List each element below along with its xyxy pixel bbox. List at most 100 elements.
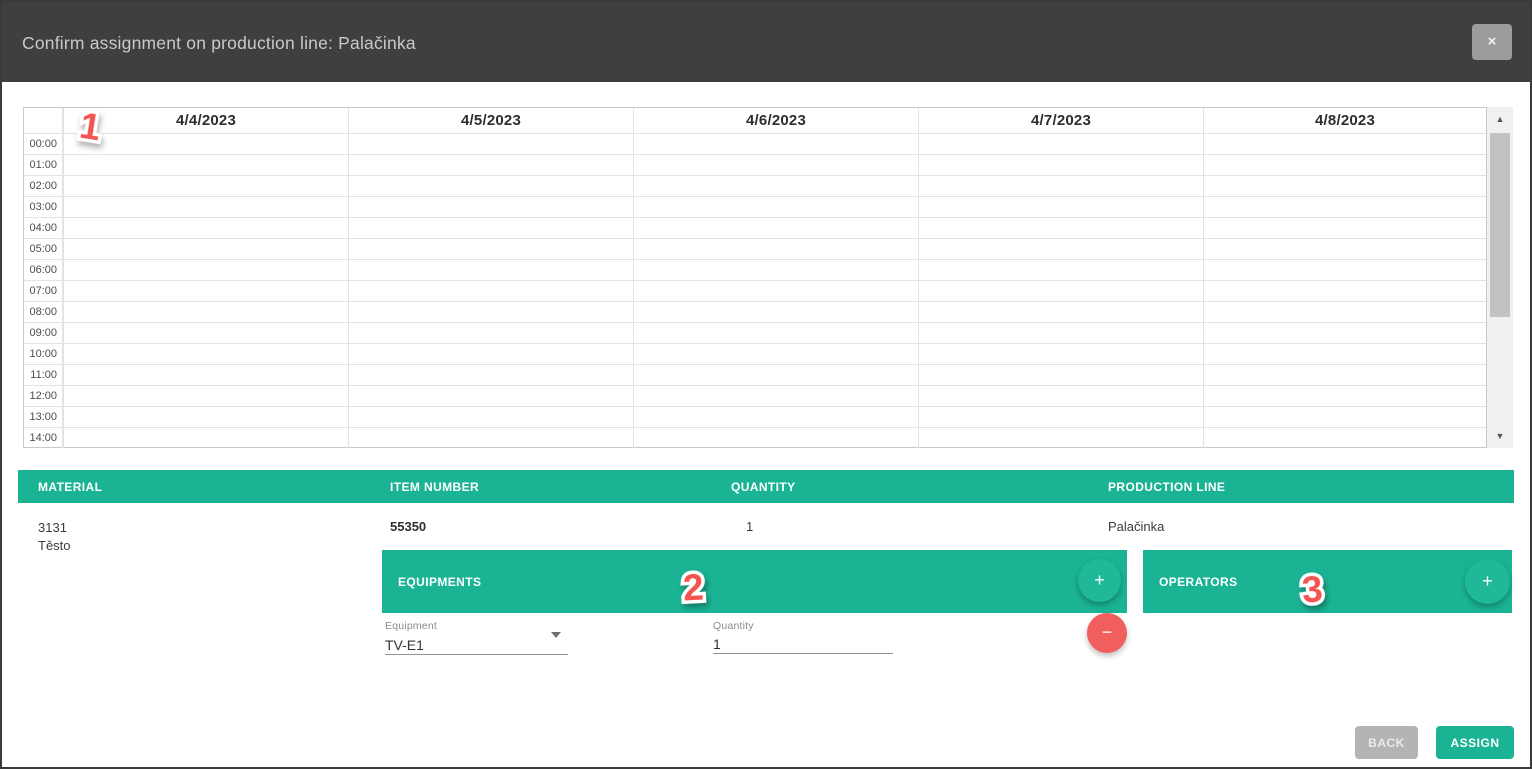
calendar-cell[interactable] [63, 428, 348, 448]
scroll-down-icon[interactable]: ▼ [1487, 426, 1513, 446]
calendar-cell[interactable] [633, 239, 918, 259]
calendar-cell[interactable] [633, 176, 918, 196]
calendar-cell[interactable] [633, 260, 918, 280]
calendar-cell[interactable] [1203, 365, 1486, 385]
calendar-cell[interactable] [63, 239, 348, 259]
calendar-cell[interactable] [348, 218, 633, 238]
calendar-cell[interactable] [918, 260, 1203, 280]
calendar-cell[interactable] [1203, 218, 1486, 238]
calendar-cell[interactable] [633, 134, 918, 154]
calendar-cell[interactable] [1203, 428, 1486, 448]
calendar-cell[interactable] [1203, 344, 1486, 364]
calendar-cell[interactable] [63, 323, 348, 343]
calendar-cell[interactable] [348, 386, 633, 406]
calendar-cell[interactable] [633, 407, 918, 427]
calendar-cell[interactable] [633, 155, 918, 175]
calendar-cell[interactable] [1203, 323, 1486, 343]
calendar-cell[interactable] [633, 344, 918, 364]
calendar-cell[interactable] [1203, 176, 1486, 196]
equipment-select[interactable]: TV-E1 [385, 637, 424, 653]
calendar-cell[interactable] [63, 386, 348, 406]
calendar-cell[interactable] [918, 134, 1203, 154]
calendar-cell[interactable] [348, 134, 633, 154]
calendar-cell[interactable] [348, 302, 633, 322]
calendar-cell[interactable] [918, 344, 1203, 364]
equipment-select-label: Equipment [385, 620, 437, 632]
calendar-cell[interactable] [348, 281, 633, 301]
calendar-cell[interactable] [1203, 155, 1486, 175]
calendar-cell[interactable] [1203, 386, 1486, 406]
calendar-cell[interactable] [63, 155, 348, 175]
calendar-cell[interactable] [633, 365, 918, 385]
calendar-cell[interactable] [63, 197, 348, 217]
calendar-cell[interactable] [633, 428, 918, 448]
calendar-cell[interactable] [348, 260, 633, 280]
calendar-cell[interactable] [348, 365, 633, 385]
calendar-cell[interactable] [348, 155, 633, 175]
calendar-cell[interactable] [633, 323, 918, 343]
calendar-cell[interactable] [63, 407, 348, 427]
remove-equipment-button[interactable]: − [1087, 613, 1127, 653]
calendar-cell[interactable] [918, 323, 1203, 343]
calendar-cell[interactable] [633, 302, 918, 322]
calendar-cell[interactable] [1203, 260, 1486, 280]
calendar-time-label: 11:00 [24, 365, 63, 385]
calendar-cell[interactable] [63, 260, 348, 280]
column-header-quantity: QUANTITY [731, 470, 796, 503]
calendar-cell[interactable] [348, 323, 633, 343]
calendar-cell[interactable] [918, 218, 1203, 238]
calendar-cell[interactable] [63, 176, 348, 196]
back-button[interactable]: BACK [1355, 726, 1418, 759]
calendar-cell[interactable] [918, 428, 1203, 448]
add-equipment-button[interactable]: + [1078, 559, 1121, 602]
calendar-cell[interactable] [348, 176, 633, 196]
calendar-cell[interactable] [348, 428, 633, 448]
calendar-cell[interactable] [348, 197, 633, 217]
calendar-cell[interactable] [633, 386, 918, 406]
calendar-time-label: 01:00 [24, 155, 63, 175]
calendar-cell[interactable] [1203, 302, 1486, 322]
add-operator-button[interactable]: + [1465, 559, 1510, 604]
calendar-cell[interactable] [918, 407, 1203, 427]
chevron-down-icon[interactable] [551, 632, 561, 638]
calendar-cell[interactable] [1203, 134, 1486, 154]
material-name: Těsto [38, 537, 71, 555]
scrollbar-thumb[interactable] [1490, 133, 1510, 317]
equipment-quantity-input[interactable] [713, 634, 893, 654]
close-button[interactable]: × [1472, 24, 1512, 60]
calendar-cell[interactable] [918, 302, 1203, 322]
scroll-up-icon[interactable]: ▲ [1487, 109, 1513, 129]
calendar-cell[interactable] [63, 218, 348, 238]
calendar-cell[interactable] [348, 344, 633, 364]
assign-button[interactable]: ASSIGN [1436, 726, 1514, 759]
calendar-cell[interactable] [918, 365, 1203, 385]
calendar-cell[interactable] [63, 281, 348, 301]
calendar-header-row: 4/4/20234/5/20234/6/20234/7/20234/8/2023 [24, 108, 1486, 133]
calendar-cell[interactable] [918, 197, 1203, 217]
calendar-cell[interactable] [1203, 239, 1486, 259]
calendar-time-label: 02:00 [24, 176, 63, 196]
calendar-cell[interactable] [918, 155, 1203, 175]
calendar-cell[interactable] [633, 218, 918, 238]
calendar-cell[interactable] [633, 197, 918, 217]
calendar-cell[interactable] [63, 134, 348, 154]
calendar-cell[interactable] [918, 386, 1203, 406]
calendar-cell[interactable] [918, 239, 1203, 259]
quantity-cell: 1 [746, 519, 753, 534]
calendar-cell[interactable] [63, 365, 348, 385]
calendar-row: 00:00 [24, 133, 1486, 154]
calendar-cell[interactable] [348, 239, 633, 259]
calendar-cell[interactable] [348, 407, 633, 427]
calendar-grid: 4/4/20234/5/20234/6/20234/7/20234/8/2023… [23, 107, 1487, 448]
calendar-row: 03:00 [24, 196, 1486, 217]
annotation-marker-2: 2 [682, 566, 705, 609]
calendar-scrollbar[interactable]: ▲ ▼ [1487, 107, 1513, 448]
calendar-cell[interactable] [1203, 281, 1486, 301]
calendar-cell[interactable] [63, 344, 348, 364]
calendar-cell[interactable] [633, 281, 918, 301]
calendar-cell[interactable] [1203, 197, 1486, 217]
calendar-cell[interactable] [918, 176, 1203, 196]
calendar-cell[interactable] [918, 281, 1203, 301]
calendar-cell[interactable] [1203, 407, 1486, 427]
calendar-cell[interactable] [63, 302, 348, 322]
